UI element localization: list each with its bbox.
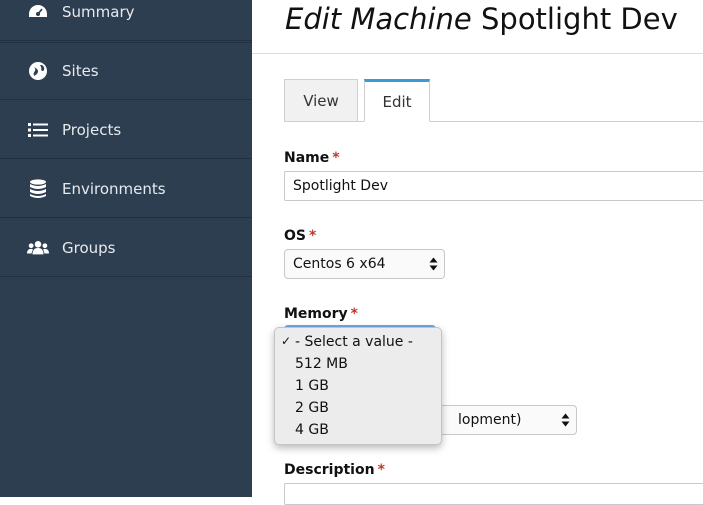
tab-edit[interactable]: Edit [364, 79, 430, 122]
memory-option[interactable]: 4 GB [295, 419, 329, 441]
sidebar-item-environments[interactable]: Environments [0, 160, 252, 218]
memory-option[interactable]: 1 GB [295, 375, 329, 397]
page-title: Edit Machine Spotlight Dev [285, 2, 678, 36]
sidebar-item-groups[interactable]: Groups [0, 219, 252, 277]
page-title-name: Spotlight Dev [481, 2, 678, 36]
globe-icon [27, 60, 49, 82]
description-label-text: Description [284, 462, 375, 478]
memory-option[interactable]: 512 MB [295, 353, 348, 375]
select-arrows-icon [561, 413, 570, 427]
os-select[interactable]: Centos 6 x64 [284, 249, 445, 279]
os-label: OS * [284, 228, 316, 244]
sidebar-item-label: Environments [62, 179, 166, 198]
dashboard-icon [27, 1, 49, 23]
required-marker: * [377, 462, 385, 478]
sidebar-item-projects[interactable]: Projects [0, 101, 252, 159]
memory-label-text: Memory [284, 306, 348, 322]
users-icon [27, 237, 49, 259]
sidebar-item-sites[interactable]: Sites [0, 42, 252, 100]
required-marker: * [350, 306, 358, 322]
description-label: Description * [284, 462, 385, 478]
required-marker: * [332, 150, 340, 166]
sidebar-item-label: Projects [62, 120, 122, 139]
sidebar-item-label: Groups [62, 238, 116, 257]
memory-option[interactable]: 2 GB [295, 397, 329, 419]
name-input[interactable] [284, 171, 703, 201]
list-icon [27, 119, 49, 141]
memory-label: Memory * [284, 306, 358, 322]
sidebar-item-label: Sites [62, 62, 99, 80]
sidebar-item-summary[interactable]: Summary [0, 0, 252, 41]
page-title-action: Edit Machine [285, 2, 472, 36]
title-divider [252, 53, 703, 54]
os-label-text: OS [284, 228, 306, 244]
description-textarea[interactable] [284, 483, 703, 505]
name-label: Name * [284, 150, 340, 166]
memory-dropdown-menu: ✓ - Select a value - 512 MB 1 GB 2 GB 4 … [274, 327, 442, 445]
tab-view[interactable]: View [284, 79, 358, 122]
environment-select-value: lopment) [458, 412, 522, 428]
select-arrows-icon [429, 257, 438, 271]
checkmark-icon: ✓ [281, 334, 292, 348]
memory-option[interactable]: - Select a value - [295, 331, 413, 353]
required-marker: * [308, 228, 317, 244]
sidebar-item-label: Summary [62, 2, 135, 21]
os-select-value: Centos 6 x64 [293, 256, 386, 272]
name-label-text: Name [284, 150, 330, 166]
database-icon [27, 178, 49, 200]
sidebar: Summary Sites Projects Environments Grou… [0, 0, 252, 497]
